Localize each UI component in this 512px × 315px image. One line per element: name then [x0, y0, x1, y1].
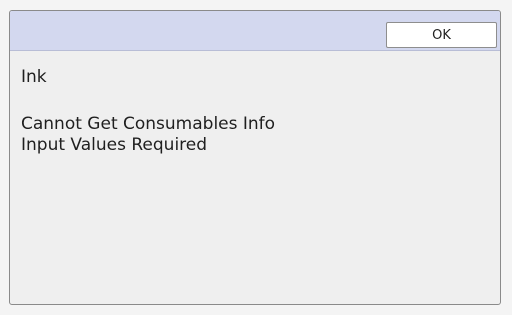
message-category: Ink	[21, 67, 47, 87]
message-line-2: Input Values Required	[21, 135, 208, 155]
dialog-message: Ink Cannot Get Consumables Info Input Va…	[21, 67, 490, 156]
dialog-header: OK	[10, 11, 500, 51]
ok-button[interactable]: OK	[386, 22, 497, 48]
screen-frame: OK Ink Cannot Get Consumables Info Input…	[0, 0, 512, 315]
message-line-1: Cannot Get Consumables Info	[21, 114, 276, 134]
error-dialog: OK Ink Cannot Get Consumables Info Input…	[9, 10, 501, 305]
